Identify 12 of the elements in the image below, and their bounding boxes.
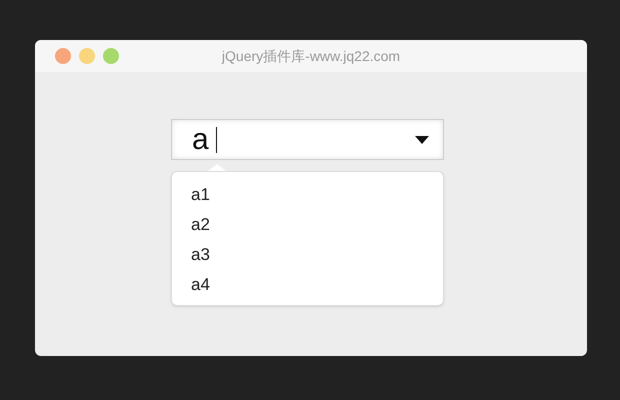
- combo-box[interactable]: a: [171, 119, 444, 160]
- close-icon[interactable]: [55, 48, 71, 64]
- input-value: a: [192, 122, 209, 156]
- dropdown-option[interactable]: a3: [191, 240, 210, 270]
- dropdown-option[interactable]: a1: [191, 180, 210, 210]
- minimize-icon[interactable]: [79, 48, 95, 64]
- dropdown-arrow-icon[interactable]: [415, 136, 429, 144]
- maximize-icon[interactable]: [103, 48, 119, 64]
- dropdown-option[interactable]: a2: [191, 210, 210, 240]
- window-title: jQuery插件库-www.jq22.com: [222, 48, 400, 66]
- text-cursor: [216, 126, 217, 152]
- dropdown-option[interactable]: a4: [191, 270, 210, 300]
